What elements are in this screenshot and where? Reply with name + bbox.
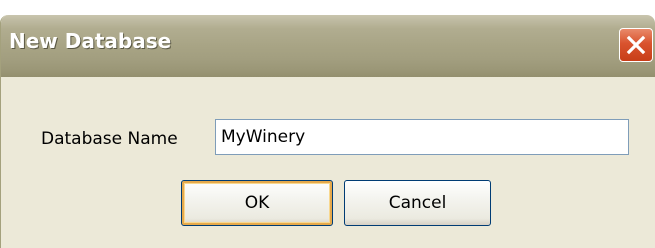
close-button[interactable] <box>619 28 653 62</box>
new-database-dialog: New Database Database Name OK Cancel <box>0 15 655 248</box>
close-x-icon <box>626 35 646 55</box>
database-name-label: Database Name <box>41 129 178 149</box>
cancel-button[interactable]: Cancel <box>344 180 491 226</box>
dialog-title: New Database <box>9 29 172 53</box>
title-bar[interactable]: New Database <box>1 15 655 77</box>
database-name-input[interactable] <box>215 119 629 155</box>
dialog-body: Database Name OK Cancel <box>1 77 655 248</box>
ok-button[interactable]: OK <box>181 180 333 226</box>
